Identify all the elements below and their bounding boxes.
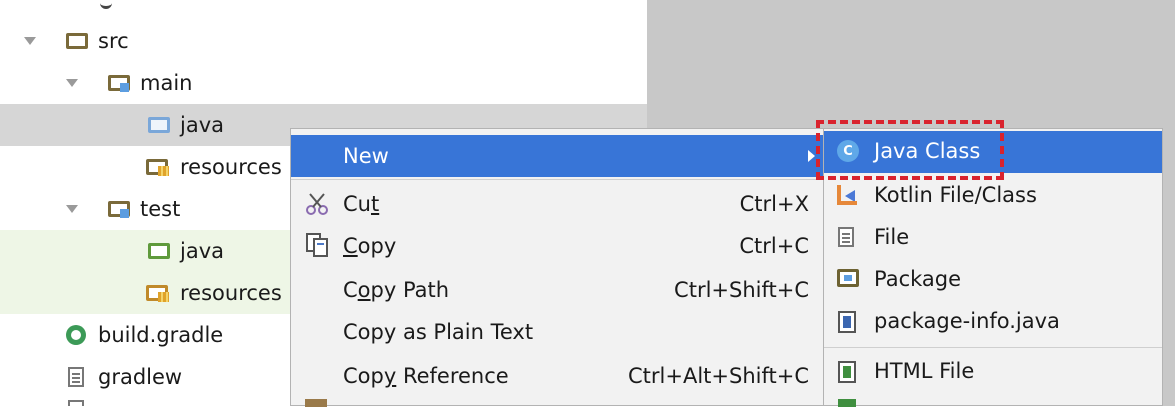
menu-item-label: Cut (343, 192, 380, 216)
expand-caret-icon[interactable] (66, 79, 78, 87)
menu-item-label: Copy Path (343, 278, 450, 302)
module-folder-icon (108, 201, 130, 218)
tree-item-label: java (180, 113, 224, 137)
submenu-item-label: File (874, 225, 910, 249)
source-folder-icon (148, 117, 170, 133)
submenu-item-label: package-info.java (874, 309, 1060, 333)
package-info-icon (838, 311, 856, 333)
file-icon (838, 227, 854, 247)
submenu-item-html-file[interactable]: HTML File (824, 351, 1162, 393)
resources-folder-icon (146, 159, 169, 176)
tree-item-label: src (98, 29, 129, 53)
menu-item-copy[interactable]: Copy Ctrl+C (291, 225, 827, 267)
tree-item-resources-test[interactable]: resources (0, 272, 300, 314)
submenu-item-label: Kotlin File/Class (874, 183, 1037, 207)
tree-item-src[interactable]: src (0, 20, 300, 62)
submenu-item-label: Package (874, 267, 962, 291)
shortcut-label: Ctrl+Shift+C (674, 278, 809, 302)
tree-item-resources-main[interactable]: resources (0, 146, 300, 188)
kotlin-icon (837, 185, 857, 205)
html-file-icon (838, 361, 856, 383)
menu-item-copy-plain-text[interactable]: Copy as Plain Text (291, 311, 827, 353)
package-icon (837, 269, 859, 287)
tree-item-label: test (140, 197, 181, 221)
shortcut-label: Ctrl+X (739, 192, 809, 216)
menu-separator (824, 347, 1162, 348)
submenu-item-file[interactable]: File (824, 217, 1162, 259)
tree-item-label: resources (180, 155, 282, 179)
tree-item-build-gradle[interactable]: build.gradle (0, 314, 300, 356)
test-resources-folder-icon (146, 285, 169, 302)
tree-item-main[interactable]: main (0, 62, 300, 104)
test-folder-icon (148, 243, 170, 259)
folder-icon (66, 33, 88, 49)
menu-item-label: New (343, 144, 389, 168)
tree-item-test[interactable]: test (0, 188, 300, 230)
tree-item-label: resources (180, 281, 282, 305)
context-menu: New Cut Ctrl+X Copy Ctrl+C Copy Path Ctr… (290, 128, 828, 407)
expand-caret-icon[interactable] (24, 37, 36, 45)
partial-tree-item (100, 0, 112, 9)
menu-item-label: Copy as Plain Text (343, 320, 534, 344)
submenu-item-kotlin-file-class[interactable]: Kotlin File/Class (824, 175, 1162, 217)
file-icon (68, 367, 84, 387)
menu-separator (291, 179, 827, 180)
file-icon (68, 400, 84, 406)
highlight-annotation (816, 120, 1004, 180)
scissors-icon (306, 193, 328, 215)
shortcut-label: Ctrl+Alt+Shift+C (628, 364, 809, 388)
tree-item-label: gradlew (98, 365, 183, 389)
module-folder-icon (108, 75, 130, 92)
menu-item-copy-reference[interactable]: Copy Reference Ctrl+Alt+Shift+C (291, 355, 827, 397)
tree-item-label: main (140, 71, 193, 95)
expand-caret-icon[interactable] (66, 205, 78, 213)
menu-item-cut[interactable]: Cut Ctrl+X (291, 183, 827, 225)
tree-item-label: build.gradle (98, 323, 224, 347)
submenu-item-label: HTML File (874, 359, 975, 383)
submenu-item-package-info[interactable]: package-info.java (824, 301, 1162, 343)
menu-item-copy-path[interactable]: Copy Path Ctrl+Shift+C (291, 269, 827, 311)
menu-item-label: Copy (343, 234, 397, 258)
menu-item-label: Copy Reference (343, 364, 509, 388)
tree-item-gradlew[interactable]: gradlew (0, 356, 300, 398)
tree-item-label: java (180, 239, 224, 263)
shortcut-label: Ctrl+C (739, 234, 809, 258)
gradle-icon (66, 325, 86, 345)
submenu-arrow-icon (808, 150, 815, 162)
tree-item-java-test[interactable]: java (0, 230, 300, 272)
copy-icon (306, 233, 328, 257)
submenu-item-package[interactable]: Package (824, 259, 1162, 301)
menu-item-new[interactable]: New (291, 135, 827, 177)
